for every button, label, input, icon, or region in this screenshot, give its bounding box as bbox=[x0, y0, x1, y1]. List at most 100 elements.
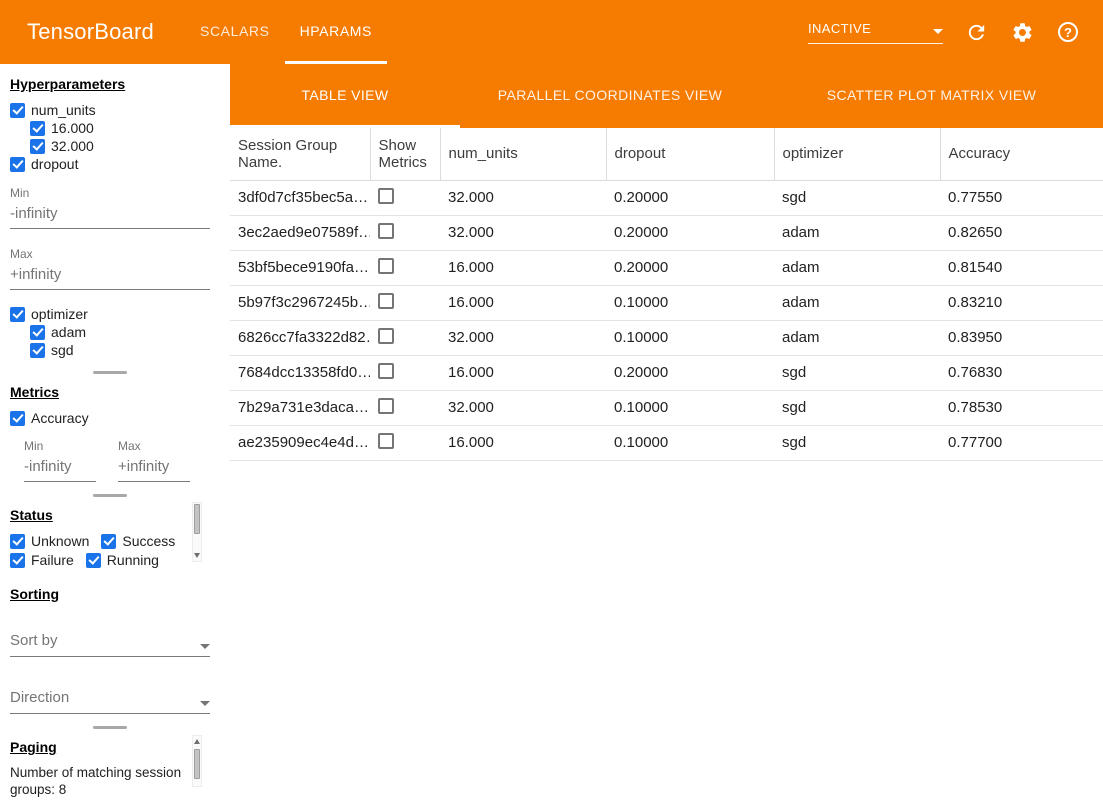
show-metrics-checkbox[interactable] bbox=[378, 398, 394, 414]
column-header-dropout[interactable]: dropout bbox=[606, 128, 774, 180]
section-resize-handle[interactable] bbox=[93, 494, 127, 497]
settings-button[interactable] bbox=[1009, 19, 1035, 45]
table-row[interactable]: 7b29a731e3daca… 32.000 0.10000 sgd 0.785… bbox=[230, 390, 1103, 425]
show-metrics-checkbox[interactable] bbox=[378, 433, 394, 449]
show-metrics-checkbox[interactable] bbox=[378, 258, 394, 274]
checkbox-dropout[interactable]: dropout bbox=[10, 155, 210, 173]
cell-dropout: 0.10000 bbox=[606, 320, 774, 355]
cell-num-units: 16.000 bbox=[440, 250, 606, 285]
dropout-min-input[interactable] bbox=[10, 203, 210, 229]
status-options: Unknown Success Failure Running bbox=[10, 532, 188, 570]
metric-min-input[interactable] bbox=[24, 456, 96, 482]
cell-num-units: 32.000 bbox=[440, 215, 606, 250]
checkbox-label: num_units bbox=[31, 102, 96, 118]
top-toolbar: TensorBoard SCALARS HPARAMS INACTIVE ? bbox=[0, 0, 1103, 64]
checkbox-checked-icon bbox=[86, 553, 101, 568]
table-row[interactable]: 6826cc7fa3322d82… 32.000 0.10000 adam 0.… bbox=[230, 320, 1103, 355]
cell-num-units: 32.000 bbox=[440, 320, 606, 355]
checkbox-checked-icon bbox=[10, 553, 25, 568]
checkbox-checked-icon bbox=[10, 534, 25, 549]
refresh-icon bbox=[965, 21, 988, 44]
tab-parallel-coordinates-view[interactable]: PARALLEL COORDINATES VIEW bbox=[460, 64, 760, 128]
main-pane: TABLE VIEW PARALLEL COORDINATES VIEW SCA… bbox=[230, 64, 1103, 800]
cell-num-units: 32.000 bbox=[440, 390, 606, 425]
session-group-name: 3df0d7cf35bec5a… bbox=[230, 180, 370, 215]
table-row[interactable]: 3df0d7cf35bec5a… 32.000 0.20000 sgd 0.77… bbox=[230, 180, 1103, 215]
tab-scatter-plot-matrix-view[interactable]: SCATTER PLOT MATRIX VIEW bbox=[760, 64, 1103, 128]
checkbox-optimizer-sgd[interactable]: sgd bbox=[30, 341, 210, 359]
hparams-sidebar: Hyperparameters num_units 16.000 32.000 … bbox=[0, 64, 220, 800]
cell-dropout: 0.10000 bbox=[606, 390, 774, 425]
column-header-show-metrics[interactable]: Show Metrics bbox=[370, 128, 440, 180]
sorting-heading: Sorting bbox=[10, 586, 210, 602]
plugin-tabs: SCALARS HPARAMS bbox=[185, 0, 387, 64]
status-scrollbar[interactable] bbox=[192, 502, 202, 562]
session-group-name: ae235909ec4e4d… bbox=[230, 425, 370, 460]
show-metrics-checkbox[interactable] bbox=[378, 188, 394, 204]
sort-by-select[interactable]: Sort by bbox=[10, 632, 210, 657]
scroll-up-button[interactable] bbox=[193, 736, 201, 747]
table-header-row: Session Group Name. Show Metrics num_uni… bbox=[230, 128, 1103, 180]
cell-optimizer: sgd bbox=[774, 180, 940, 215]
direction-select[interactable]: Direction bbox=[10, 689, 210, 714]
reload-interval-select[interactable]: INACTIVE bbox=[808, 21, 943, 44]
help-button[interactable]: ? bbox=[1055, 19, 1081, 45]
view-tabs: TABLE VIEW PARALLEL COORDINATES VIEW SCA… bbox=[230, 64, 1103, 128]
cell-optimizer: adam bbox=[774, 285, 940, 320]
show-metrics-checkbox[interactable] bbox=[378, 363, 394, 379]
tab-scalars[interactable]: SCALARS bbox=[185, 0, 285, 64]
checkbox-num-units-32[interactable]: 32.000 bbox=[30, 137, 210, 155]
triangle-up-icon bbox=[194, 739, 200, 744]
checkbox-checked-icon bbox=[10, 411, 25, 426]
checkbox-status-success[interactable]: Success bbox=[101, 532, 175, 550]
metric-max-input[interactable] bbox=[118, 456, 190, 482]
cell-accuracy: 0.76830 bbox=[940, 355, 1103, 390]
table-row[interactable]: 3ec2aed9e07589f… 32.000 0.20000 adam 0.8… bbox=[230, 215, 1103, 250]
cell-accuracy: 0.81540 bbox=[940, 250, 1103, 285]
hyperparameters-section: Hyperparameters num_units 16.000 32.000 … bbox=[10, 76, 210, 359]
show-metrics-checkbox[interactable] bbox=[378, 223, 394, 239]
refresh-button[interactable] bbox=[963, 19, 989, 45]
checkbox-accuracy[interactable]: Accuracy bbox=[10, 409, 210, 427]
checkbox-optimizer-adam[interactable]: adam bbox=[30, 323, 210, 341]
checkbox-checked-icon bbox=[30, 343, 45, 358]
cell-dropout: 0.20000 bbox=[606, 250, 774, 285]
app-title: TensorBoard bbox=[0, 0, 185, 64]
column-header-optimizer[interactable]: optimizer bbox=[774, 128, 940, 180]
checkbox-num-units[interactable]: num_units bbox=[10, 101, 210, 119]
column-header-accuracy[interactable]: Accuracy bbox=[940, 128, 1103, 180]
cell-accuracy: 0.77550 bbox=[940, 180, 1103, 215]
checkbox-optimizer[interactable]: optimizer bbox=[10, 305, 210, 323]
hyperparameters-heading: Hyperparameters bbox=[10, 76, 210, 92]
column-header-num-units[interactable]: num_units bbox=[440, 128, 606, 180]
checkbox-status-running[interactable]: Running bbox=[86, 551, 159, 569]
checkbox-status-unknown[interactable]: Unknown bbox=[10, 532, 89, 550]
checkbox-num-units-16[interactable]: 16.000 bbox=[30, 119, 210, 137]
table-row[interactable]: 7684dcc13358fd0… 16.000 0.20000 sgd 0.76… bbox=[230, 355, 1103, 390]
session-group-name: 5b97f3c2967245b… bbox=[230, 285, 370, 320]
show-metrics-checkbox[interactable] bbox=[378, 293, 394, 309]
cell-num-units: 16.000 bbox=[440, 355, 606, 390]
tab-table-view[interactable]: TABLE VIEW bbox=[230, 64, 460, 128]
dropout-max-input[interactable] bbox=[10, 264, 210, 290]
scrollbar-thumb[interactable] bbox=[194, 504, 200, 534]
checkbox-status-failure[interactable]: Failure bbox=[10, 551, 74, 569]
scroll-down-button[interactable] bbox=[193, 550, 201, 561]
tab-hparams[interactable]: HPARAMS bbox=[285, 0, 387, 64]
paging-scrollbar[interactable] bbox=[192, 735, 202, 787]
status-heading: Status bbox=[10, 507, 188, 523]
table-row[interactable]: 5b97f3c2967245b… 16.000 0.10000 adam 0.8… bbox=[230, 285, 1103, 320]
show-metrics-checkbox[interactable] bbox=[378, 328, 394, 344]
cell-accuracy: 0.78530 bbox=[940, 390, 1103, 425]
section-resize-handle[interactable] bbox=[93, 371, 127, 374]
session-group-name: 7b29a731e3daca… bbox=[230, 390, 370, 425]
checkbox-label: optimizer bbox=[31, 306, 88, 322]
checkbox-checked-icon bbox=[10, 307, 25, 322]
scrollbar-thumb[interactable] bbox=[194, 749, 200, 779]
session-group-name: 53bf5bece9190fa… bbox=[230, 250, 370, 285]
column-header-session-group-name[interactable]: Session Group Name. bbox=[230, 128, 370, 180]
table-row[interactable]: ae235909ec4e4d… 16.000 0.10000 sgd 0.777… bbox=[230, 425, 1103, 460]
cell-accuracy: 0.83210 bbox=[940, 285, 1103, 320]
section-resize-handle[interactable] bbox=[93, 726, 127, 729]
table-row[interactable]: 53bf5bece9190fa… 16.000 0.20000 adam 0.8… bbox=[230, 250, 1103, 285]
